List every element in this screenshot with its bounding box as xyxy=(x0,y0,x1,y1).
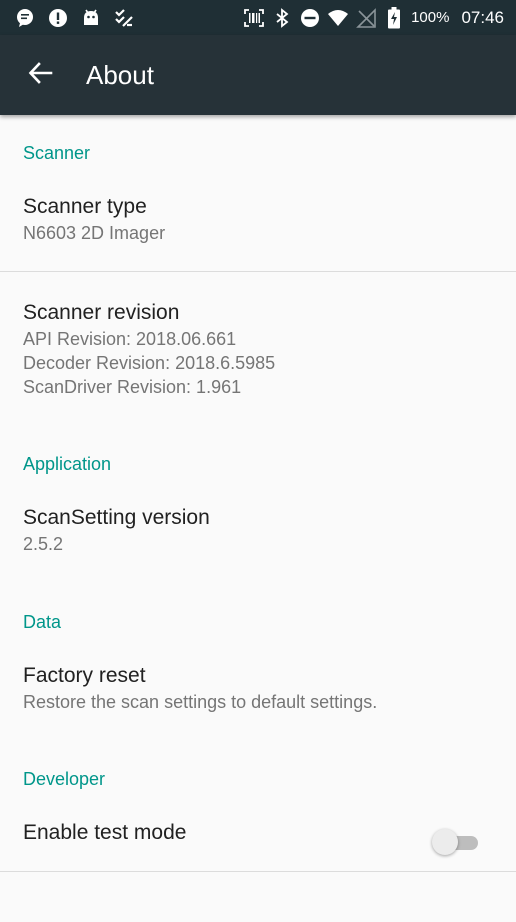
checklist-icon xyxy=(113,7,135,29)
status-bar-notifications xyxy=(14,7,146,29)
divider xyxy=(0,271,516,272)
pref-summary: N6603 2D Imager xyxy=(23,223,166,243)
pref-scanner-type[interactable]: Scanner type N6603 2D Imager xyxy=(0,193,516,245)
pref-summary: Restore the scan settings to default set… xyxy=(23,692,378,712)
pref-title: Scanner revision xyxy=(23,301,180,324)
scandriver-revision-text: ScanDriver Revision: 1.961 xyxy=(23,377,242,397)
battery-charging-icon xyxy=(383,6,405,29)
pref-scansetting-version[interactable]: ScanSetting version 2.5.2 xyxy=(0,504,516,556)
test-mode-toggle[interactable] xyxy=(432,829,478,857)
category-header-data: Data xyxy=(23,612,62,632)
pref-scanner-revision[interactable]: Scanner revision API Revision: 2018.06.6… xyxy=(0,299,516,399)
pref-title: Factory reset xyxy=(23,664,146,687)
android-icon xyxy=(80,7,102,29)
category-header-developer: Developer xyxy=(23,769,106,789)
toggle-thumb xyxy=(432,829,458,855)
alert-icon xyxy=(47,7,69,29)
status-bar: 100% 07:46 xyxy=(0,0,516,35)
category-header-application: Application xyxy=(23,454,112,474)
category-header-scanner: Scanner xyxy=(23,143,91,163)
divider xyxy=(0,871,516,872)
no-sim-icon xyxy=(355,7,377,29)
clock: 07:46 xyxy=(461,7,504,27)
api-revision-text: API Revision: 2018.06.661 xyxy=(23,329,237,349)
decoder-revision-text: Decoder Revision: 2018.6.5985 xyxy=(23,353,276,373)
message-bubble-icon xyxy=(14,7,36,29)
page-title: About xyxy=(86,59,154,90)
pref-title: Scanner type xyxy=(23,195,147,218)
status-bar-system: 100% 07:46 xyxy=(243,6,504,29)
arrow-back-icon xyxy=(27,60,53,91)
do-not-disturb-icon xyxy=(299,7,321,29)
pref-factory-reset[interactable]: Factory reset Restore the scan settings … xyxy=(0,662,516,714)
back-button[interactable] xyxy=(20,55,60,95)
pref-enable-test-mode[interactable]: Enable test mode xyxy=(0,819,516,867)
pref-title: ScanSetting version xyxy=(23,506,210,529)
scanner-icon xyxy=(243,7,265,29)
wifi-icon xyxy=(327,7,349,29)
pref-summary: 2.5.2 xyxy=(23,534,64,554)
battery-percent: 100% xyxy=(411,9,450,26)
bluetooth-icon xyxy=(271,7,293,29)
app-bar: About xyxy=(0,35,516,115)
